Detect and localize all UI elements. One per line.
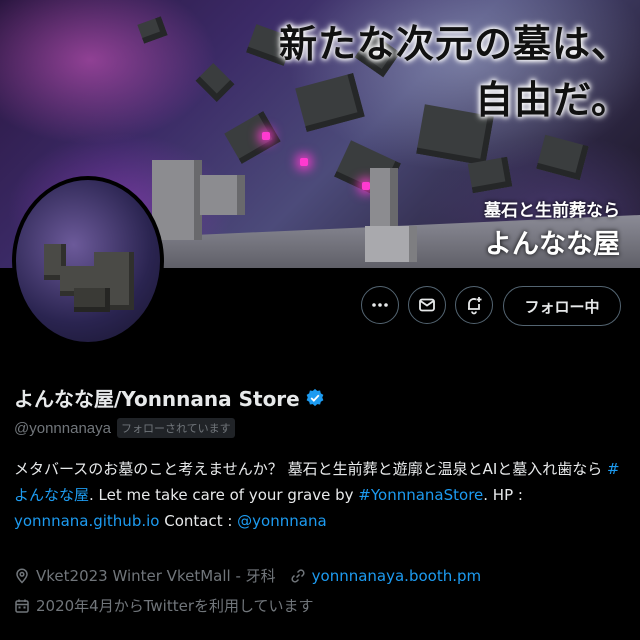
banner-glow <box>300 158 308 166</box>
mail-icon <box>419 298 435 312</box>
banner-headline: 新たな次元の墓は、 自由だ。 <box>278 22 630 122</box>
banner-block <box>467 156 513 194</box>
message-button[interactable] <box>408 286 446 324</box>
banner-glow <box>362 182 370 190</box>
display-name: よんなな屋/Yonnnana Store <box>14 387 300 411</box>
avatar-block <box>74 288 110 312</box>
name-row: よんなな屋/Yonnnana Store <box>14 383 325 412</box>
bio: メタバースのお墓のこと考えませんか？ 墓石と生前葬と遊廓と温泉とAIと墓入れ歯な… <box>14 456 626 534</box>
bio-text: . Let me take care of your grave by <box>89 486 359 504</box>
more-button[interactable] <box>361 286 399 324</box>
banner-brand: よんなな屋 <box>485 229 620 260</box>
bell-plus-icon <box>468 297 482 315</box>
verified-badge-icon[interactable] <box>305 388 325 408</box>
location-pin-icon <box>16 568 28 584</box>
follows-you-badge: フォローされています <box>116 418 235 438</box>
banner-wall <box>200 175 245 215</box>
hashtag-link[interactable]: #YonnnanaStore <box>358 486 483 504</box>
meta-row-location: Vket2023 Winter VketMall - 牙科 yonnnanaya… <box>14 565 481 586</box>
calendar-icon <box>15 599 29 613</box>
notify-button[interactable] <box>455 286 493 324</box>
location-text: Vket2023 Winter VketMall - 牙科 <box>36 567 276 585</box>
banner-block <box>536 134 589 181</box>
joined-text: 2020年4月からTwitterを利用しています <box>36 597 314 615</box>
meta-row-joined: 2020年4月からTwitterを利用しています <box>14 595 314 616</box>
homepage-link[interactable]: yonnnana.github.io <box>14 512 159 530</box>
banner-block <box>224 111 281 164</box>
banner-block <box>195 63 235 102</box>
handle-row: @yonnnanaya フォローされています <box>14 418 235 438</box>
bio-text: メタバースのお墓のこと考えませんか？ 墓石と生前葬と遊廓と温泉とAIと墓入れ歯な… <box>14 460 608 478</box>
banner-wall <box>152 160 202 240</box>
more-icon <box>372 303 388 307</box>
banner-wall <box>365 226 417 262</box>
banner-block <box>137 16 168 44</box>
bio-text: Contact : <box>159 512 238 530</box>
banner-subline: 墓石と生前葬なら <box>484 201 620 221</box>
website-link[interactable]: yonnnanaya.booth.pm <box>312 567 481 585</box>
link-icon <box>291 568 305 583</box>
following-button[interactable]: フォロー中 <box>503 286 621 326</box>
contact-mention-link[interactable]: @yonnnana <box>237 512 326 530</box>
bio-text: . HP : <box>483 486 523 504</box>
handle: @yonnnanaya <box>14 419 111 437</box>
avatar[interactable] <box>12 176 164 346</box>
banner-glow <box>262 132 270 140</box>
